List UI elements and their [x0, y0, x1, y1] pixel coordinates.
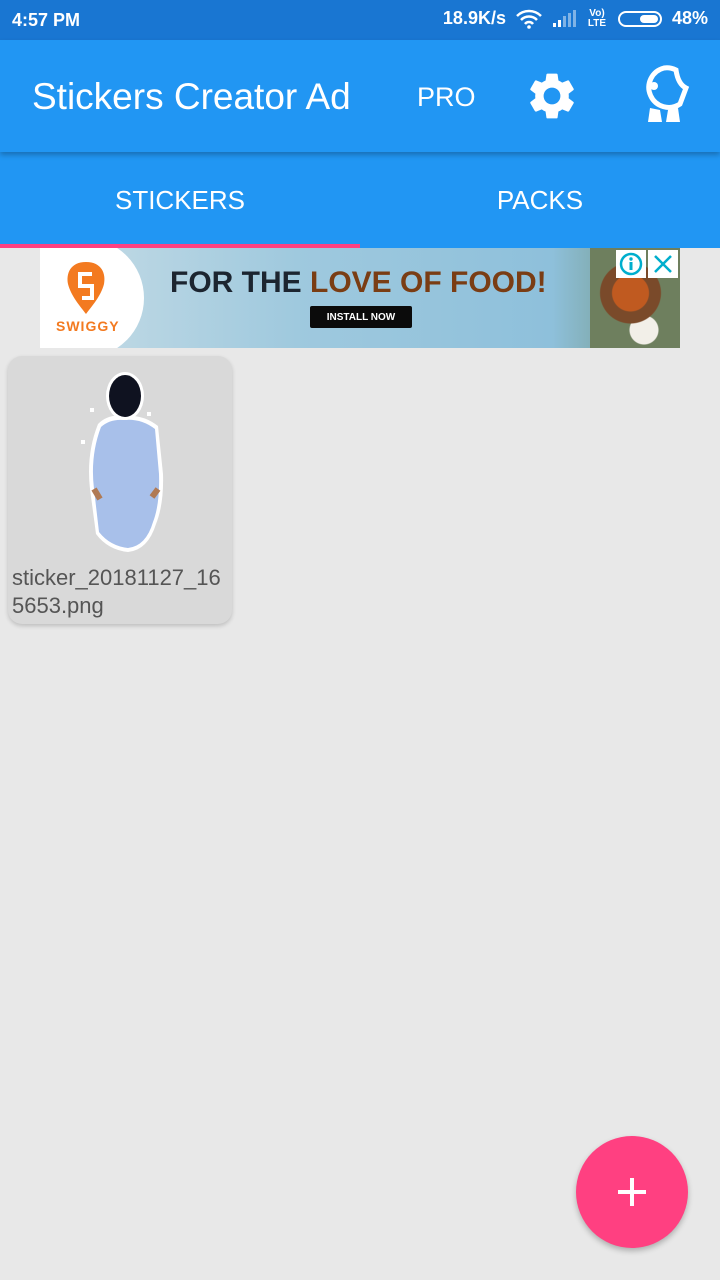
add-sticker-button[interactable]: [576, 1136, 688, 1248]
ad-brand: SWIGGY: [56, 318, 120, 334]
battery-icon: [617, 10, 662, 27]
settings-button[interactable]: [524, 68, 580, 124]
plus-icon: [618, 1178, 646, 1206]
ad-close-button[interactable]: [648, 250, 678, 278]
volte-icon: Vo) LTE: [587, 7, 607, 29]
tab-packs[interactable]: PACKS: [360, 152, 720, 248]
signal-icon: [552, 9, 576, 27]
sticker-filename: sticker_20181127_165653.png: [12, 565, 221, 618]
status-time: 4:57 PM: [12, 10, 81, 30]
app-bar: Stickers Creator Ad PRO: [0, 40, 720, 152]
battery-percent: 48%: [671, 8, 708, 28]
gear-icon: [530, 73, 574, 119]
install-now-button[interactable]: INSTALL NOW: [310, 306, 412, 328]
ad-headline-part2: LOVE OF FOOD!: [310, 266, 547, 299]
tab-stickers[interactable]: STICKERS: [0, 152, 360, 248]
info-icon: [619, 252, 643, 276]
pro-button[interactable]: PRO: [417, 82, 476, 113]
sticker-character-icon: [646, 65, 690, 122]
sticker-thumbnail: [81, 372, 164, 552]
sticker-app-button[interactable]: [636, 64, 692, 128]
wifi-icon: [516, 9, 542, 29]
sticker-item[interactable]: sticker_20181127_165653.png: [8, 356, 232, 624]
close-icon: [654, 255, 672, 273]
network-speed: 18.9K/s: [442, 8, 506, 28]
status-bar: 4:57 PM 18.9K/s Vo) LTE 48%: [0, 0, 720, 40]
ad-headline: FOR THE LOVE OF FOOD!: [170, 266, 547, 300]
app-title: Stickers Creator Ad: [32, 76, 351, 117]
ad-banner[interactable]: SWIGGY FOR THE LOVE OF FOOD! INSTALL NOW: [40, 248, 680, 348]
tab-bar: STICKERS PACKS: [0, 152, 720, 248]
ad-info-button[interactable]: [616, 250, 646, 278]
swiggy-logo-icon: [67, 262, 105, 314]
ad-headline-part1: FOR THE: [170, 266, 310, 299]
